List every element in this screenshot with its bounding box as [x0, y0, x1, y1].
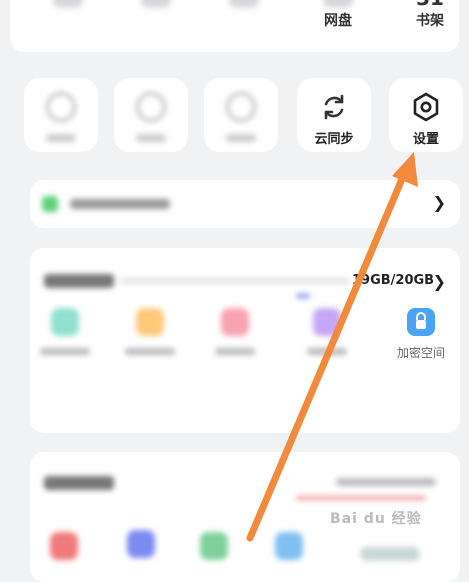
annotation-arrow	[246, 152, 418, 542]
